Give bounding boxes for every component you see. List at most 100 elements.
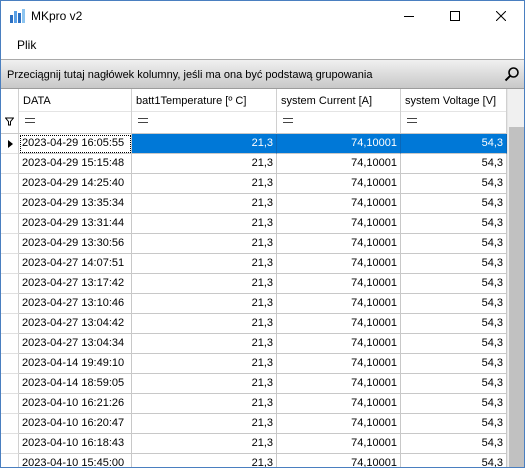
row-indicator[interactable] — [1, 194, 19, 214]
table-cell[interactable]: 74,10001 — [277, 414, 401, 434]
row-indicator[interactable] — [1, 394, 19, 414]
table-cell[interactable]: 54,3 — [401, 394, 507, 414]
row-indicator[interactable] — [1, 274, 19, 294]
table-cell[interactable]: 21,3 — [132, 334, 277, 354]
table-cell[interactable]: 54,3 — [401, 174, 507, 194]
table-cell[interactable]: 74,10001 — [277, 454, 401, 467]
table-cell[interactable]: 74,10001 — [277, 434, 401, 454]
search-icon[interactable] — [504, 66, 520, 82]
row-indicator[interactable] — [1, 214, 19, 234]
title-bar[interactable]: MKpro v2 — [1, 1, 524, 31]
table-cell[interactable]: 2023-04-10 15:45:00 — [19, 454, 132, 467]
table-cell[interactable]: 2023-04-29 13:30:56 — [19, 234, 132, 254]
table-cell[interactable]: 21,3 — [132, 314, 277, 334]
table-cell[interactable]: 21,3 — [132, 254, 277, 274]
table-cell[interactable]: 21,3 — [132, 394, 277, 414]
scrollbar-top-area[interactable] — [508, 89, 524, 127]
filter-equals-icon[interactable] — [407, 118, 417, 123]
table-cell[interactable]: 54,3 — [401, 254, 507, 274]
table-cell[interactable]: 54,3 — [401, 274, 507, 294]
table-cell[interactable]: 74,10001 — [277, 394, 401, 414]
row-indicator[interactable] — [1, 374, 19, 394]
column-header[interactable]: system Voltage [V] — [401, 89, 507, 134]
row-indicator[interactable] — [1, 234, 19, 254]
table-cell[interactable]: 2023-04-14 19:49:10 — [19, 354, 132, 374]
row-indicator[interactable] — [1, 334, 19, 354]
table-cell[interactable]: 54,3 — [401, 294, 507, 314]
row-indicator[interactable] — [1, 314, 19, 334]
table-cell[interactable]: 54,3 — [401, 374, 507, 394]
table-cell[interactable]: 74,10001 — [277, 234, 401, 254]
table-cell[interactable]: 2023-04-27 13:10:46 — [19, 294, 132, 314]
table-cell[interactable]: 74,10001 — [277, 274, 401, 294]
table-cell[interactable]: 54,3 — [401, 354, 507, 374]
table-cell[interactable]: 2023-04-27 13:17:42 — [19, 274, 132, 294]
table-cell[interactable]: 21,3 — [132, 174, 277, 194]
table-cell[interactable]: 74,10001 — [277, 314, 401, 334]
table-cell[interactable]: 74,10001 — [277, 374, 401, 394]
close-button[interactable] — [478, 1, 524, 31]
table-cell[interactable]: 74,10001 — [277, 354, 401, 374]
table-cell[interactable]: 21,3 — [132, 454, 277, 467]
table-cell[interactable]: 54,3 — [401, 154, 507, 174]
table-cell[interactable]: 2023-04-29 13:31:44 — [19, 214, 132, 234]
table-cell[interactable]: 2023-04-10 16:21:26 — [19, 394, 132, 414]
row-indicator[interactable] — [1, 414, 19, 434]
minimize-button[interactable] — [386, 1, 432, 31]
table-cell[interactable]: 54,3 — [401, 134, 507, 154]
table-cell[interactable]: 74,10001 — [277, 214, 401, 234]
table-cell[interactable]: 21,3 — [132, 194, 277, 214]
group-by-panel[interactable]: Przeciągnij tutaj nagłówek kolumny, jeśl… — [1, 59, 524, 89]
row-indicator[interactable] — [1, 434, 19, 454]
row-indicator[interactable] — [1, 294, 19, 314]
column-header[interactable]: DATA — [19, 89, 132, 134]
row-indicator[interactable] — [1, 354, 19, 374]
table-cell[interactable]: 54,3 — [401, 234, 507, 254]
table-cell[interactable]: 21,3 — [132, 154, 277, 174]
column-header[interactable]: system Current [A] — [277, 89, 401, 134]
maximize-button[interactable] — [432, 1, 478, 31]
row-indicator[interactable] — [1, 134, 19, 154]
vertical-scrollbar[interactable] — [507, 89, 524, 467]
table-cell[interactable]: 2023-04-29 15:15:48 — [19, 154, 132, 174]
table-cell[interactable]: 54,3 — [401, 214, 507, 234]
table-cell[interactable]: 2023-04-27 14:07:51 — [19, 254, 132, 274]
table-cell[interactable]: 2023-04-27 13:04:34 — [19, 334, 132, 354]
table-cell[interactable]: 54,3 — [401, 314, 507, 334]
table-cell[interactable]: 21,3 — [132, 134, 277, 154]
scrollbar-thumb[interactable] — [509, 127, 524, 467]
table-cell[interactable]: 54,3 — [401, 434, 507, 454]
table-cell[interactable]: 21,3 — [132, 434, 277, 454]
row-indicator[interactable] — [1, 154, 19, 174]
row-indicator[interactable] — [1, 174, 19, 194]
table-cell[interactable]: 54,3 — [401, 454, 507, 467]
table-cell[interactable]: 21,3 — [132, 234, 277, 254]
table-cell[interactable]: 21,3 — [132, 354, 277, 374]
table-cell[interactable]: 2023-04-29 16:05:55 — [19, 134, 132, 154]
table-cell[interactable]: 74,10001 — [277, 174, 401, 194]
table-cell[interactable]: 21,3 — [132, 374, 277, 394]
table-cell[interactable]: 2023-04-29 13:35:34 — [19, 194, 132, 214]
menu-item-plik[interactable]: Plik — [9, 36, 44, 54]
table-cell[interactable]: 21,3 — [132, 274, 277, 294]
filter-equals-icon[interactable] — [283, 118, 293, 123]
table-cell[interactable]: 54,3 — [401, 414, 507, 434]
table-cell[interactable]: 54,3 — [401, 194, 507, 214]
table-cell[interactable]: 2023-04-10 16:20:47 — [19, 414, 132, 434]
filter-equals-icon[interactable] — [138, 118, 148, 123]
table-cell[interactable]: 21,3 — [132, 294, 277, 314]
table-cell[interactable]: 2023-04-27 13:04:42 — [19, 314, 132, 334]
table-cell[interactable]: 2023-04-10 16:18:43 — [19, 434, 132, 454]
filter-equals-icon[interactable] — [25, 118, 35, 123]
table-cell[interactable]: 2023-04-29 14:25:40 — [19, 174, 132, 194]
table-cell[interactable]: 74,10001 — [277, 194, 401, 214]
table-cell[interactable]: 21,3 — [132, 214, 277, 234]
grid-corner[interactable] — [1, 89, 19, 134]
table-cell[interactable]: 2023-04-14 18:59:05 — [19, 374, 132, 394]
table-cell[interactable]: 74,10001 — [277, 254, 401, 274]
table-cell[interactable]: 54,3 — [401, 334, 507, 354]
table-cell[interactable]: 21,3 — [132, 414, 277, 434]
table-cell[interactable]: 74,10001 — [277, 294, 401, 314]
table-cell[interactable]: 74,10001 — [277, 154, 401, 174]
row-indicator[interactable] — [1, 254, 19, 274]
